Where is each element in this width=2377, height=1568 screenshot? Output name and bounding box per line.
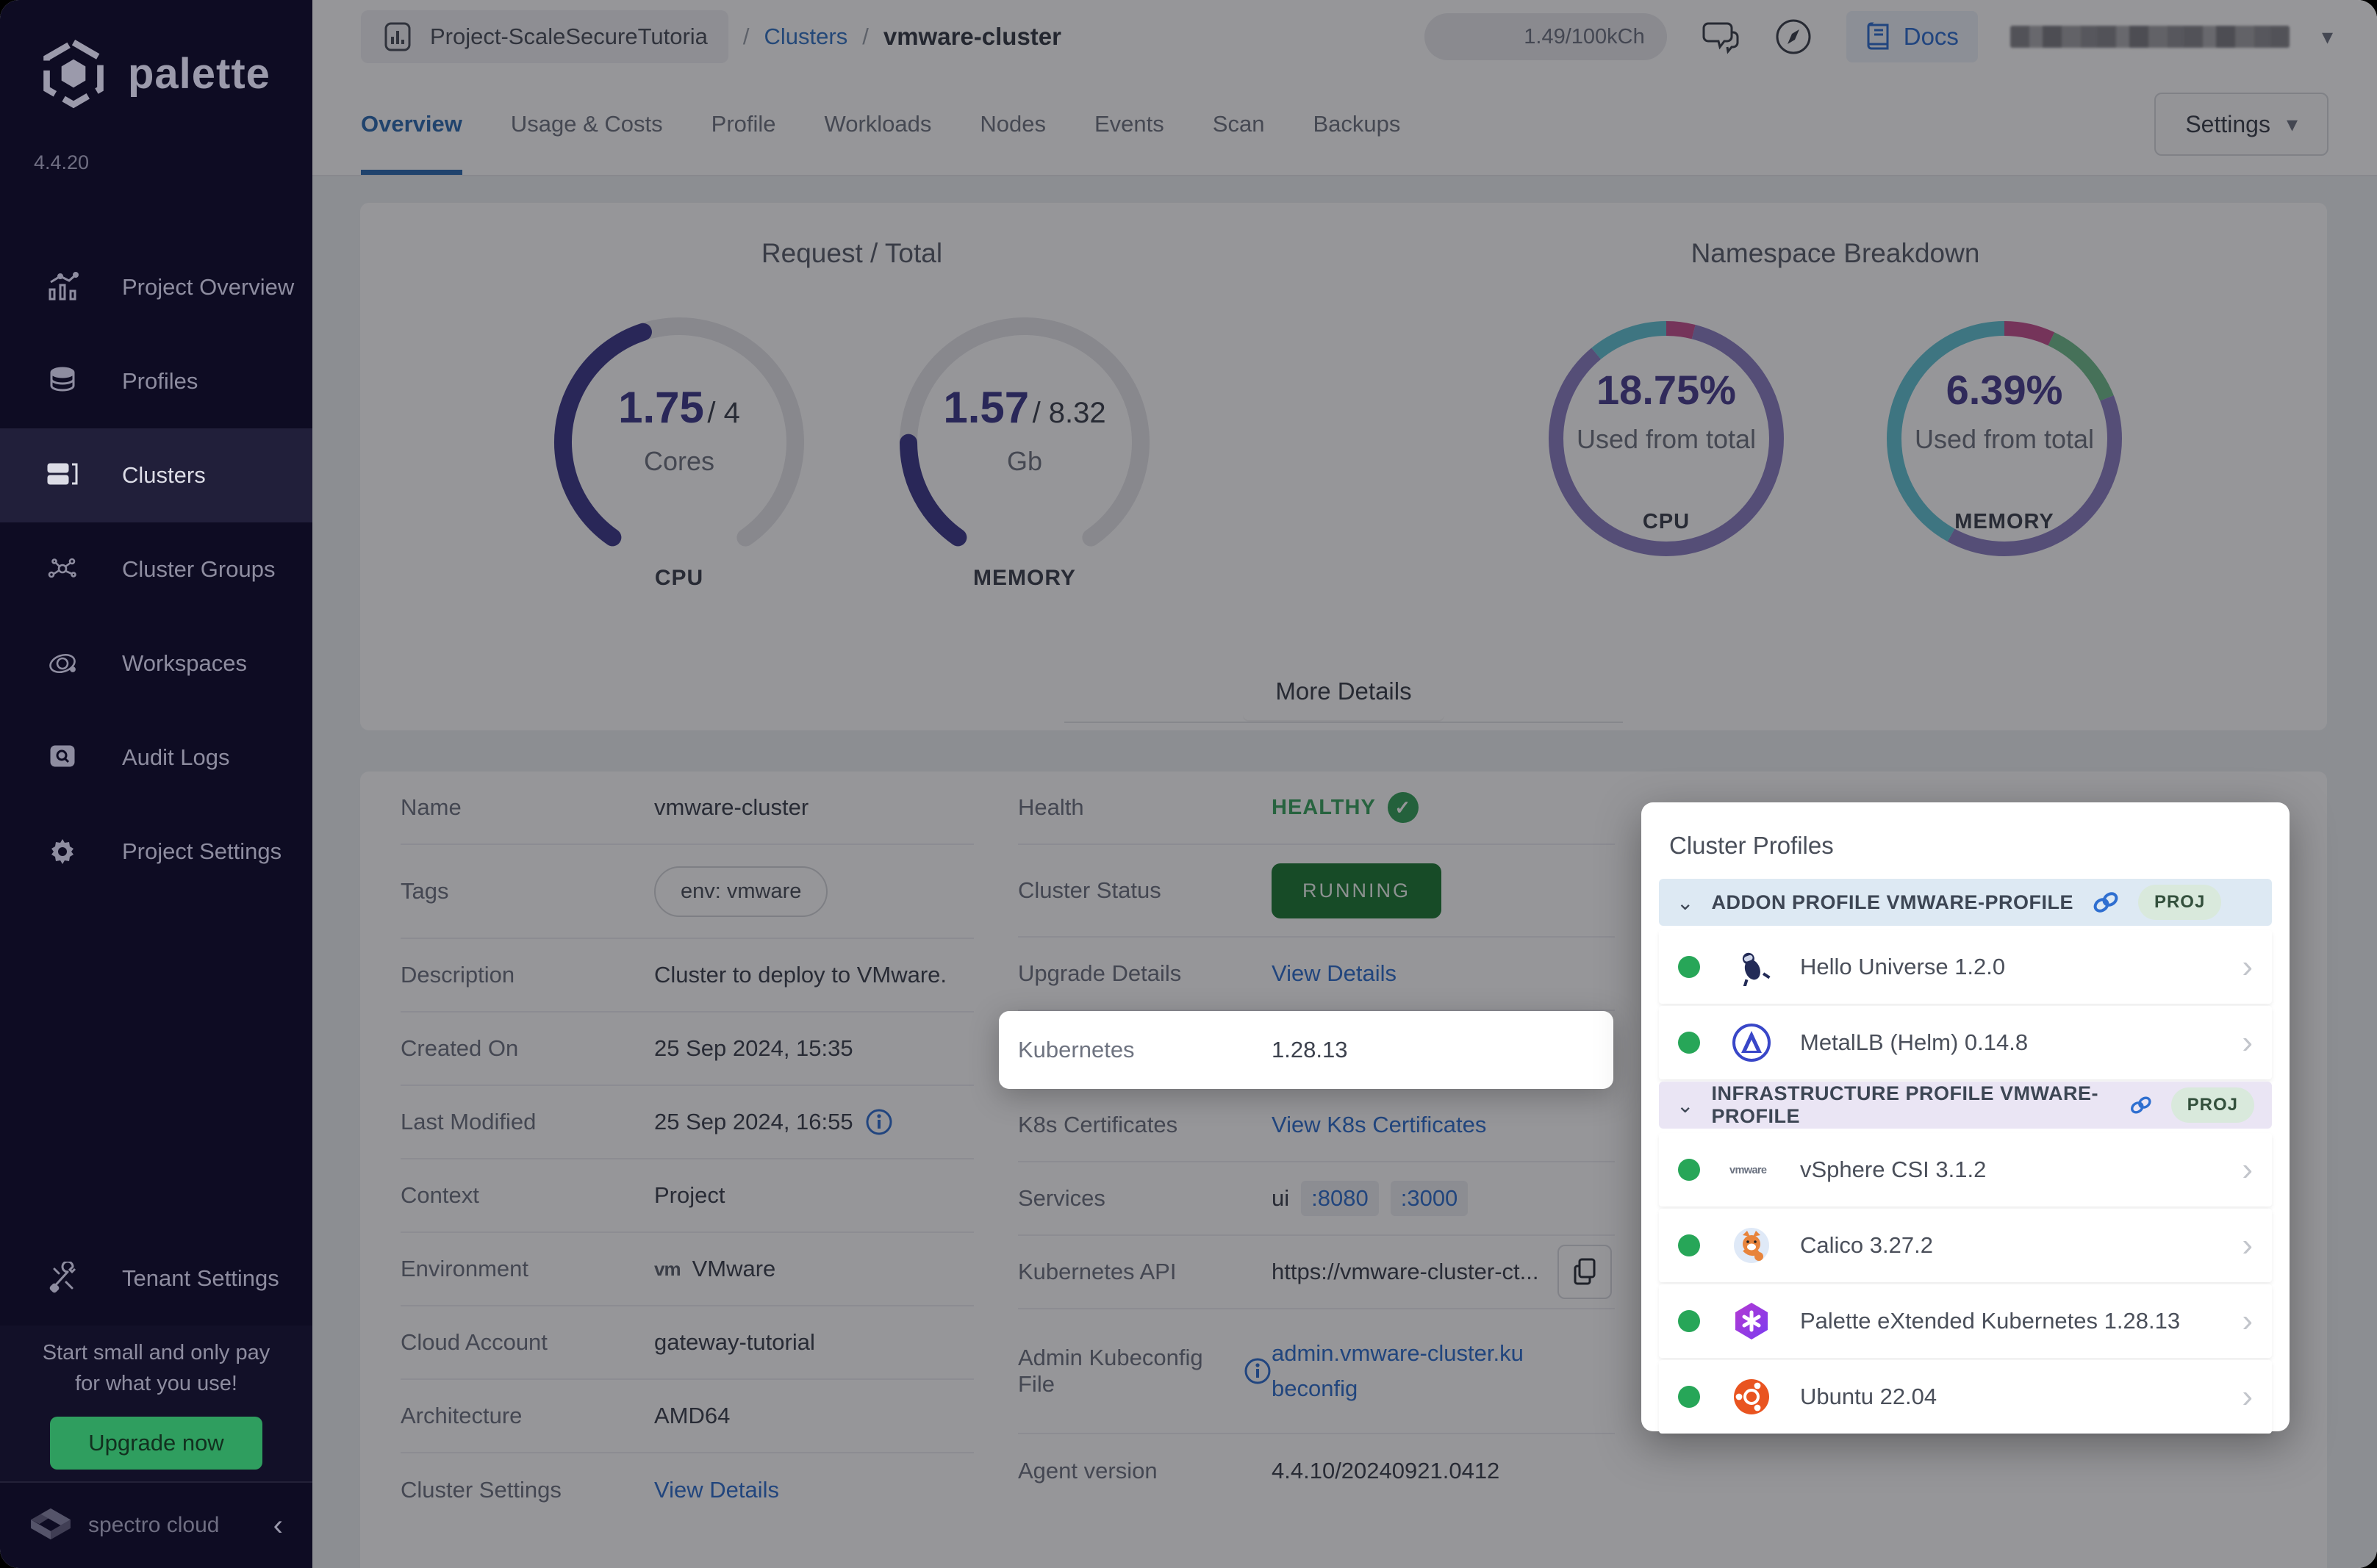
link-icon [2131, 1096, 2151, 1114]
tenant-settings-slot: Tenant Settings [0, 1231, 312, 1326]
hello-universe-icon [1729, 945, 1774, 989]
sidebar-item-project-settings[interactable]: Project Settings [0, 805, 312, 899]
cluster-profiles-sections: ⌄ ADDON PROFILE VMWARE-PROFILE PROJ Hello U… [1659, 879, 2272, 1434]
palette-logo-icon [43, 38, 104, 109]
sidebar-item-label: Cluster Groups [122, 556, 276, 582]
profile-section-title: ADDON PROFILE VMWARE-PROFILE [1711, 891, 2073, 913]
sidebar-item-cluster-groups[interactable]: Cluster Groups [0, 522, 312, 616]
kubernetes-version-value: 1.28.13 [1272, 1037, 1348, 1062]
calico-icon [1729, 1223, 1774, 1267]
profile-pack-row-ubuntu-22-04[interactable]: Ubuntu 22.04 › [1659, 1360, 2272, 1434]
profile-pack-row-metallb-helm-0-14-8[interactable]: MetalLB (Helm) 0.14.8 › [1659, 1006, 2272, 1079]
vmware-icon: vmware [1729, 1148, 1774, 1192]
chevron-right-icon: › [2242, 1227, 2253, 1263]
sidebar-item-tenant-settings[interactable]: Tenant Settings [0, 1231, 312, 1326]
servers-icon [46, 458, 79, 492]
chevron-right-icon: › [2242, 1151, 2253, 1187]
palette-app-window: palette 4.4.20 Project Overview Profiles C… [0, 0, 2377, 1568]
upgrade-promo: Start small and only pay for what you us… [0, 1326, 312, 1481]
link-icon [2093, 892, 2118, 913]
sidebar-item-clusters[interactable]: Clusters [0, 428, 312, 522]
sidebar-item-label: Project Settings [122, 838, 282, 864]
layers-icon [46, 364, 79, 398]
sidebar: palette 4.4.20 Project Overview Profiles C… [0, 0, 312, 1568]
sidebar-item-label: Workspaces [122, 650, 247, 676]
pack-status-green-dot [1678, 1234, 1700, 1256]
pack-status-green-dot [1678, 956, 1700, 978]
sidebar-item-audit-logs[interactable]: Audit Logs [0, 711, 312, 805]
sidebar-item-label: Tenant Settings [122, 1265, 279, 1291]
pack-name: Palette eXtended Kubernetes 1.28.13 [1800, 1308, 2181, 1334]
sidebar-collapse-icon[interactable]: ‹ [273, 1509, 283, 1542]
profile-pack-row-calico-3-27-2[interactable]: Calico 3.27.2 › [1659, 1209, 2272, 1282]
chevron-down-icon: ⌄ [1677, 891, 1694, 914]
pack-name: MetalLB (Helm) 0.14.8 [1800, 1029, 2029, 1055]
pack-status-green-dot [1678, 1386, 1700, 1408]
sidebar-item-label: Audit Logs [122, 744, 230, 770]
chevron-right-icon: › [2242, 1378, 2253, 1414]
palette-logo: palette [0, 0, 312, 109]
audit-icon [46, 741, 79, 774]
proj-scope-badge: PROJ [2170, 1087, 2254, 1123]
sidebar-footer: spectro cloud ‹ [0, 1481, 312, 1568]
sidebar-item-label: Profiles [122, 368, 198, 394]
ubuntu-icon [1729, 1375, 1774, 1419]
metallb-icon [1729, 1021, 1774, 1065]
sidebar-nav: Project Overview Profiles Clusters Cluster … [0, 240, 312, 899]
sidebar-item-workspaces[interactable]: Workspaces [0, 616, 312, 711]
upgrade-now-button[interactable]: Upgrade now [50, 1417, 262, 1470]
profile-pack-row-palette-extended-kubernetes-1-28-13[interactable]: Palette eXtended Kubernetes 1.28.13 › [1659, 1284, 2272, 1358]
cluster-profiles-title: Cluster Profiles [1669, 832, 1834, 859]
logo-text: palette [128, 49, 270, 98]
sidebar-item-label: Clusters [122, 462, 206, 488]
pack-name: vSphere CSI 3.1.2 [1800, 1157, 1987, 1182]
orbit-icon [46, 647, 79, 680]
proj-scope-badge: PROJ [2137, 885, 2222, 920]
sidebar-item-project-overview[interactable]: Project Overview [0, 240, 312, 334]
tools-icon [46, 1262, 79, 1295]
pack-status-green-dot [1678, 1310, 1700, 1332]
pack-name: Hello Universe 1.2.0 [1800, 954, 2006, 979]
pack-status-green-dot [1678, 1159, 1700, 1181]
gear-icon [46, 835, 79, 868]
chevron-right-icon: › [2242, 1303, 2253, 1339]
chevron-right-icon: › [2242, 1024, 2253, 1060]
network-icon [46, 553, 79, 586]
profile-section-header-addon[interactable]: ⌄ ADDON PROFILE VMWARE-PROFILE PROJ [1659, 879, 2272, 926]
pack-name: Ubuntu 22.04 [1800, 1384, 1937, 1409]
svg-text:vmware: vmware [1729, 1165, 1767, 1176]
brand-text: spectro cloud [88, 1513, 220, 1537]
sidebar-item-profiles[interactable]: Profiles [0, 334, 312, 428]
pack-name: Calico 3.27.2 [1800, 1232, 1933, 1258]
profile-section-header-infrastructure[interactable]: ⌄ INFRASTRUCTURE PROFILE VMWARE-PROFILE PR… [1659, 1082, 2272, 1129]
pxk-icon [1729, 1299, 1774, 1343]
chevron-right-icon: › [2242, 949, 2253, 985]
promo-text: Start small and only pay for what you us… [42, 1341, 270, 1396]
row-kubernetes-spotlight: Kubernetes 1.28.13 [999, 1011, 1613, 1089]
chevron-down-icon: ⌄ [1677, 1093, 1694, 1117]
spectro-cloud-logo-icon [31, 1508, 71, 1540]
cluster-profiles-panel: Cluster Profiles ⌄ ADDON PROFILE VMWARE-P… [1641, 802, 2290, 1434]
profile-pack-row-vsphere-csi-3-1-2[interactable]: vmware vSphere CSI 3.1.2 › [1659, 1133, 2272, 1206]
chart-icon [46, 270, 79, 304]
app-version: 4.4.20 [34, 151, 90, 173]
profile-section-title: INFRASTRUCTURE PROFILE VMWARE-PROFILE [1711, 1082, 2098, 1127]
kubernetes-label: Kubernetes [1018, 1037, 1135, 1062]
profile-pack-row-hello-universe-1-2-0[interactable]: Hello Universe 1.2.0 › [1659, 930, 2272, 1004]
sidebar-item-label: Project Overview [122, 274, 295, 300]
pack-status-green-dot [1678, 1032, 1700, 1054]
